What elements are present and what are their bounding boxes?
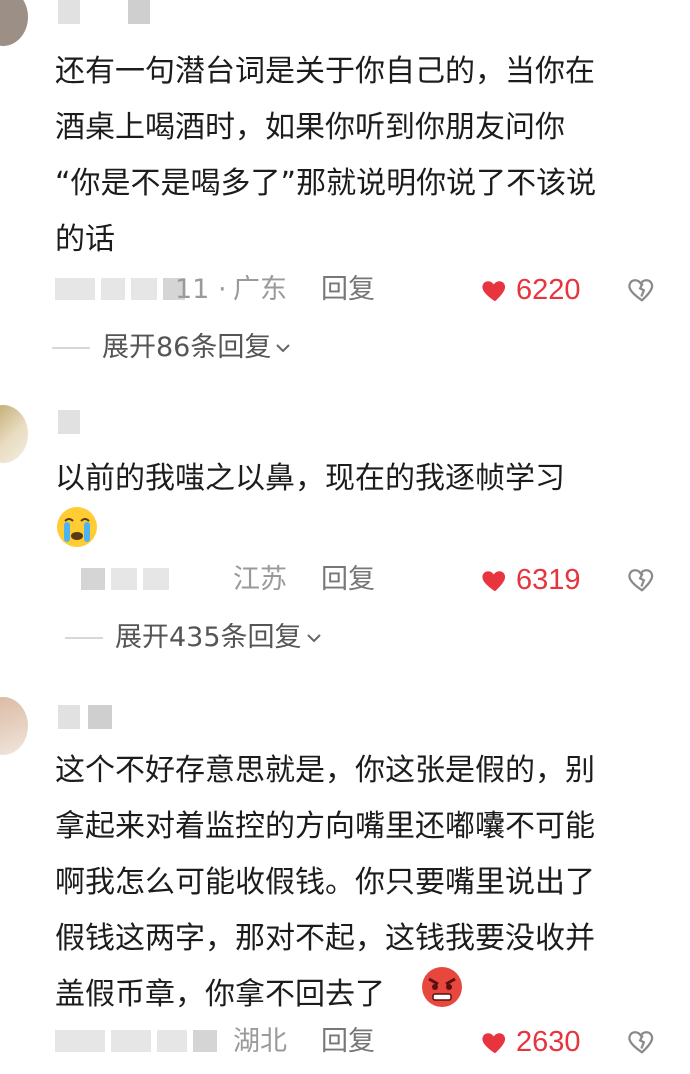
comment-meta: 湖北 回复 2630 <box>55 1022 665 1062</box>
chevron-down-icon <box>306 634 321 643</box>
dislike-icon[interactable] <box>627 274 657 304</box>
expand-replies-button[interactable]: 展开435条回复 <box>65 618 322 658</box>
chevron-down-icon <box>276 344 291 353</box>
avatar[interactable] <box>0 405 28 463</box>
dislike-icon[interactable] <box>627 1026 657 1056</box>
location: 江苏 <box>233 564 287 595</box>
like-count: 2630 <box>516 1026 581 1058</box>
like-count: 6220 <box>516 274 581 306</box>
date-blurred <box>55 278 185 300</box>
avatar[interactable] <box>0 697 28 755</box>
like-count: 6319 <box>516 564 581 596</box>
heart-icon <box>482 571 506 592</box>
crying-face-icon <box>57 507 97 547</box>
comment-text: 以前的我嗤之以鼻，现在的我逐帧学习 <box>55 461 565 496</box>
location: 广东 <box>233 274 287 305</box>
heart-icon <box>482 281 506 302</box>
expand-replies-label: 展开435条回复 <box>115 622 302 653</box>
expand-replies-button[interactable]: 展开86条回复 <box>52 328 291 368</box>
divider <box>52 347 90 349</box>
comment-meta: 11 · 广东 回复 6220 <box>55 270 665 310</box>
nickname-blurred[interactable] <box>58 0 150 24</box>
angry-face-icon <box>422 967 462 1007</box>
comment-text: 这个不好存意思就是，你这张是假的，别 拿起来对着监控的方向嘴里还嘟囔不可能 啊我… <box>55 753 595 1012</box>
expand-replies-label: 展开86条回复 <box>102 332 272 363</box>
heart-icon <box>482 1033 506 1054</box>
avatar[interactable] <box>0 0 28 46</box>
dislike-icon[interactable] <box>627 564 657 594</box>
date-fragment: 11 · <box>175 274 227 305</box>
like-button[interactable]: 6319 <box>480 560 581 600</box>
nickname-blurred[interactable] <box>58 410 80 434</box>
like-button[interactable]: 6220 <box>480 270 581 310</box>
reply-button[interactable]: 回复 <box>321 270 375 310</box>
reply-button[interactable]: 回复 <box>321 1022 375 1062</box>
date-blurred <box>55 1030 217 1052</box>
date-blurred <box>81 568 169 590</box>
comment-meta: 江苏 回复 6319 <box>55 560 665 600</box>
like-button[interactable]: 2630 <box>480 1022 581 1062</box>
divider <box>65 637 103 639</box>
reply-button[interactable]: 回复 <box>321 560 375 600</box>
nickname-blurred[interactable] <box>58 705 112 729</box>
location: 湖北 <box>233 1026 287 1057</box>
comment-text: 还有一句潜台词是关于你自己的，当你在 酒桌上喝酒时，如果你听到你朋友问你 “你是… <box>55 54 597 257</box>
